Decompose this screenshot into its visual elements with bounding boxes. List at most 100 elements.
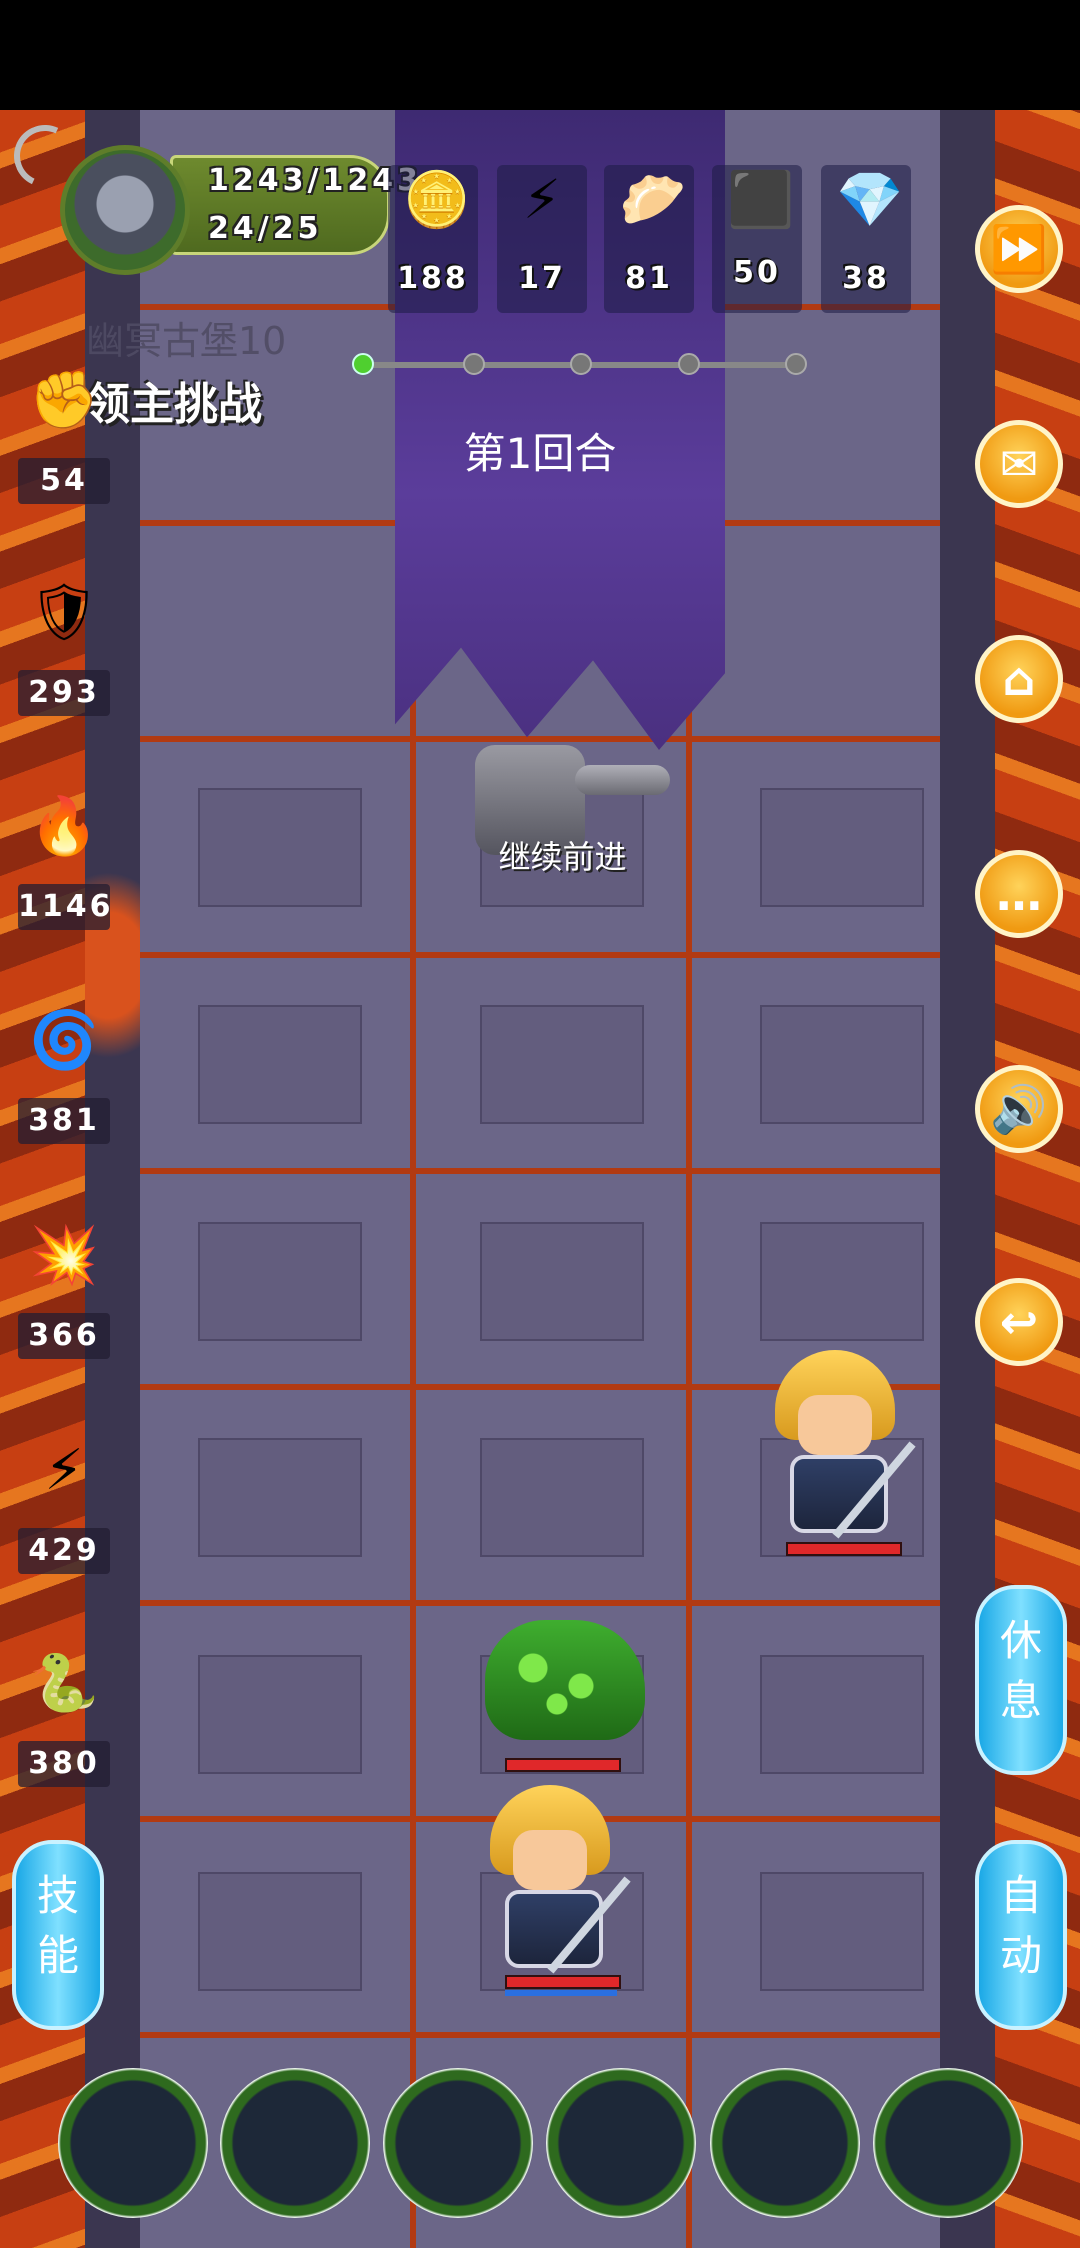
grid-cell[interactable] bbox=[480, 1005, 644, 1124]
grid-cell[interactable] bbox=[198, 1222, 362, 1341]
auto-label-1: 自 bbox=[999, 1871, 1042, 1920]
green-boar-enemy[interactable] bbox=[485, 1620, 645, 1740]
grid-cell[interactable] bbox=[760, 788, 924, 907]
skill-label-1: 技 bbox=[36, 1871, 79, 1920]
stat-value: 293 bbox=[18, 670, 110, 716]
skill-slot[interactable] bbox=[710, 2068, 860, 2218]
skill-button[interactable]: 技 能 bbox=[12, 1840, 104, 2030]
crystal-icon: 💎 bbox=[836, 168, 904, 231]
challenge-title: 领主挑战 bbox=[86, 379, 262, 430]
grid-cell[interactable] bbox=[198, 788, 362, 907]
grid-cell[interactable] bbox=[760, 1655, 924, 1774]
stat-fire: 💥 366 bbox=[18, 1215, 110, 1375]
resource-value: 81 bbox=[625, 261, 673, 296]
resource-food: 🥟 81 bbox=[604, 165, 694, 313]
dumpling-icon: 🥟 bbox=[619, 168, 687, 231]
chat-button[interactable]: … bbox=[975, 850, 1063, 938]
auto-label-2: 动 bbox=[999, 1931, 1042, 1980]
stage-dot bbox=[352, 353, 374, 375]
resource-value: 38 bbox=[842, 261, 890, 296]
continue-button[interactable]: 继续前进 bbox=[440, 832, 685, 878]
grid-cell[interactable] bbox=[760, 1222, 924, 1341]
resource-iron: ⬛ 50 bbox=[712, 165, 802, 313]
skill-slot[interactable] bbox=[873, 2068, 1023, 2218]
grid-cell[interactable] bbox=[480, 1222, 644, 1341]
auto-button[interactable]: 自 动 bbox=[975, 1840, 1067, 2030]
stat-defense: 🛡 293 bbox=[18, 572, 110, 732]
stage-dot bbox=[463, 353, 485, 375]
round-label: 第1回合 bbox=[463, 429, 617, 478]
return-icon: ↩ bbox=[999, 1295, 1039, 1349]
poison-snake-icon: 🐍 bbox=[29, 1651, 99, 1716]
fast-forward-button[interactable]: ⏩ bbox=[975, 205, 1063, 293]
stat-value: 381 bbox=[18, 1098, 110, 1144]
chat-icon: … bbox=[996, 867, 1042, 921]
rest-label-2: 息 bbox=[999, 1676, 1042, 1725]
hero-face bbox=[513, 1830, 587, 1890]
return-button[interactable]: ↩ bbox=[975, 1278, 1063, 1366]
player-energy: 24/25 bbox=[208, 211, 323, 246]
lightning-bolt-purple-icon: ⚡ bbox=[44, 1438, 84, 1503]
stage-dot bbox=[785, 353, 807, 375]
stage-dot bbox=[570, 353, 592, 375]
stat-value: 380 bbox=[18, 1741, 110, 1787]
enemy-hp-bar bbox=[505, 1758, 621, 1772]
stage-dot bbox=[678, 353, 700, 375]
resource-crystal: 💎 38 bbox=[821, 165, 911, 313]
hero-unit[interactable] bbox=[475, 1785, 631, 1975]
player-panel: 1243/1243 24/25 bbox=[60, 145, 418, 285]
status-bar bbox=[0, 0, 1080, 110]
grid-cell[interactable] bbox=[198, 1655, 362, 1774]
mail-button[interactable]: ✉ bbox=[975, 420, 1063, 508]
water-swirl-icon: 🌀 bbox=[29, 1008, 99, 1073]
grid-cell[interactable] bbox=[198, 1872, 362, 1991]
fire-burst-icon: 💥 bbox=[29, 1223, 99, 1288]
sound-icon: 🔊 bbox=[990, 1082, 1048, 1136]
resource-value: 17 bbox=[518, 261, 566, 296]
home-icon: ⌂ bbox=[1002, 652, 1036, 706]
gold-coin-icon: 🪙 bbox=[403, 168, 471, 231]
stat-value: 429 bbox=[18, 1528, 110, 1574]
iron-ingot-icon: ⬛ bbox=[727, 168, 795, 231]
skill-label-2: 能 bbox=[36, 1931, 79, 1980]
grid-cell[interactable] bbox=[198, 1005, 362, 1124]
home-button[interactable]: ⌂ bbox=[975, 635, 1063, 723]
rest-label-1: 休 bbox=[999, 1616, 1042, 1665]
stat-water: 🌀 381 bbox=[18, 1000, 110, 1160]
grid-cell[interactable] bbox=[198, 1438, 362, 1557]
flame-arrow-icon: 🔥 bbox=[29, 794, 99, 859]
mail-icon: ✉ bbox=[999, 437, 1039, 491]
hand-finger bbox=[575, 765, 670, 795]
stat-attack: ✊ 54 bbox=[18, 360, 110, 520]
resource-energy: ⚡ 17 bbox=[497, 165, 587, 313]
sound-button[interactable]: 🔊 bbox=[975, 1065, 1063, 1153]
rest-button[interactable]: 休 息 bbox=[975, 1585, 1067, 1775]
fast-forward-icon: ⏩ bbox=[990, 222, 1048, 276]
stat-value: 366 bbox=[18, 1313, 110, 1359]
hero-face bbox=[798, 1395, 872, 1455]
stage-progress bbox=[352, 353, 807, 375]
stat-poison: 🐍 380 bbox=[18, 1643, 110, 1803]
stat-value: 1146 bbox=[18, 884, 111, 930]
player-avatar[interactable] bbox=[60, 145, 190, 275]
hero-hp-bar bbox=[505, 1975, 621, 1989]
skill-slot[interactable] bbox=[220, 2068, 370, 2218]
lightning-icon: ⚡ bbox=[523, 168, 561, 231]
shield-icon: 🛡 bbox=[28, 580, 100, 645]
stat-value: 54 bbox=[18, 458, 110, 504]
hero-hp-bar bbox=[786, 1542, 902, 1556]
resource-gold: 🪙 188 bbox=[388, 165, 478, 313]
resource-value: 50 bbox=[733, 255, 781, 290]
grid-cell[interactable] bbox=[480, 1438, 644, 1557]
skill-slot[interactable] bbox=[383, 2068, 533, 2218]
skill-slot[interactable] bbox=[546, 2068, 696, 2218]
stat-lightning: ⚡ 429 bbox=[18, 1430, 110, 1590]
resource-value: 188 bbox=[397, 261, 469, 296]
fist-icon: ✊ bbox=[29, 368, 99, 433]
skill-slot[interactable] bbox=[58, 2068, 208, 2218]
hero-unit[interactable] bbox=[760, 1350, 916, 1540]
grid-cell[interactable] bbox=[760, 1872, 924, 1991]
hero-mp-bar bbox=[505, 1990, 617, 1996]
grid-cell[interactable] bbox=[760, 1005, 924, 1124]
location-name: 幽冥古堡10 bbox=[86, 319, 287, 363]
